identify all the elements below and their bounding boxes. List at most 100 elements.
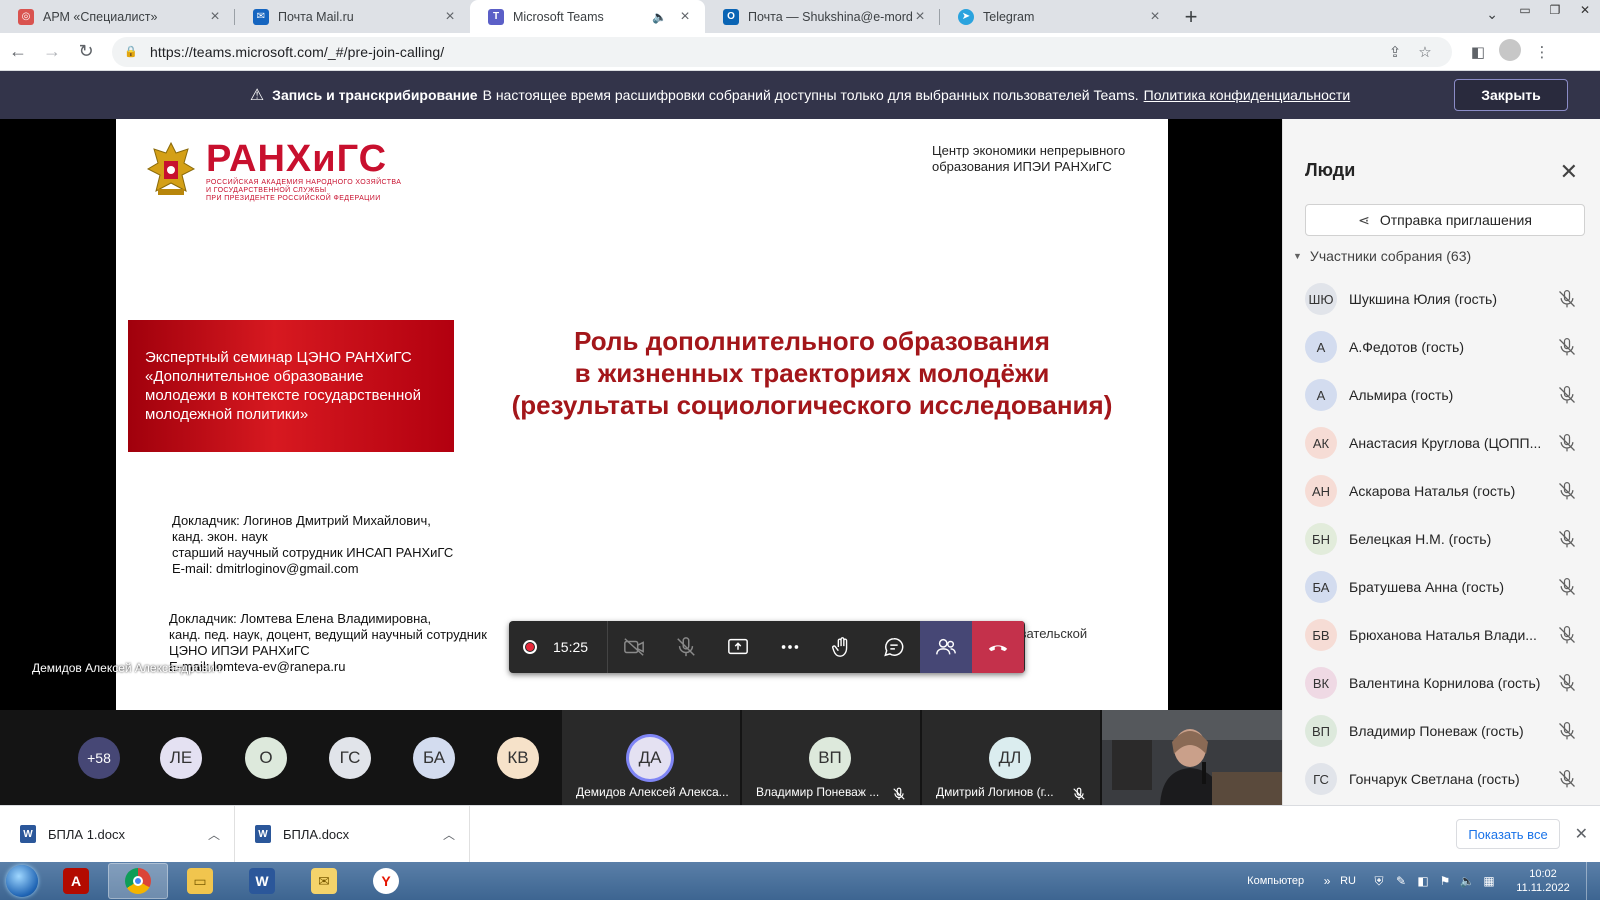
taskbar-explorer[interactable]: ▭ xyxy=(170,863,230,899)
video-tile-demidov[interactable]: ДА Демидов Алексей Алекса... xyxy=(562,710,740,805)
window-close-icon[interactable]: ✕ xyxy=(1570,0,1600,20)
privacy-policy-link[interactable]: Политика конфиденциальности xyxy=(1144,87,1351,103)
participant-row[interactable]: ШЮ Шукшина Юлия (гость) xyxy=(1283,275,1600,323)
banner-close-button[interactable]: Закрыть xyxy=(1454,79,1568,111)
participant-row[interactable]: АН Аскарова Наталья (гость) xyxy=(1283,467,1600,515)
start-button[interactable] xyxy=(0,862,44,900)
avatar[interactable]: БА xyxy=(413,737,455,779)
panel-close-icon[interactable]: ✕ xyxy=(1560,159,1578,185)
new-tab-button[interactable]: + xyxy=(1175,0,1207,33)
acrobat-icon: A xyxy=(63,868,89,894)
taskbar-acrobat[interactable]: A xyxy=(46,863,106,899)
browser-tab-teams[interactable]: T Microsoft Teams 🔈 × xyxy=(470,0,705,33)
tab-close-icon[interactable]: × xyxy=(1147,8,1163,26)
tab-close-icon[interactable]: × xyxy=(912,8,928,26)
send-invite-button[interactable]: ⋖ Отправка приглашения xyxy=(1305,204,1585,236)
avatar[interactable]: ЛЕ xyxy=(160,737,202,779)
collapse-triangle-icon: ▼ xyxy=(1293,251,1302,261)
menu-kebab-icon[interactable]: ⋮ xyxy=(1526,43,1558,61)
restore-icon[interactable]: ❐ xyxy=(1540,0,1570,20)
flag-icon[interactable]: ⚑ xyxy=(1436,874,1454,888)
participant-row[interactable]: БН Белецкая Н.М. (гость) xyxy=(1283,515,1600,563)
browser-tab-mailru[interactable]: ✉ Почта Mail.ru × xyxy=(235,0,470,33)
tab-close-icon[interactable]: × xyxy=(207,8,223,26)
ranepa-logo: РАНХиГС Российская академия народного хо… xyxy=(146,139,401,203)
teams-favicon-icon: T xyxy=(488,8,504,25)
hang-up-icon xyxy=(988,645,1008,652)
avatar: ВК xyxy=(1305,667,1337,699)
show-all-downloads-button[interactable]: Показать все xyxy=(1456,819,1560,849)
download-item[interactable]: W БПЛА 1.docx ︿ xyxy=(0,805,235,863)
people-panel: Люди ✕ ⋖ Отправка приглашения ▼ Участник… xyxy=(1282,119,1600,805)
recording-indicator[interactable]: 15:25 xyxy=(509,621,608,673)
tray-app-icon[interactable]: ◧ xyxy=(1414,874,1432,888)
address-url[interactable]: https://teams.microsoft.com/_#/pre-join-… xyxy=(150,44,1380,60)
back-arrow-icon[interactable]: ← xyxy=(2,36,34,68)
avatar: ГС xyxy=(1305,763,1337,795)
chat-button[interactable] xyxy=(868,621,920,673)
tray-expand-icon[interactable]: » xyxy=(1318,874,1336,888)
lock-icon[interactable]: 🔒 xyxy=(124,45,138,58)
participants-section-header[interactable]: ▼ Участники собрания (63) xyxy=(1293,248,1471,264)
system-clock[interactable]: 10:02 11.11.2022 xyxy=(1508,867,1578,895)
forward-arrow-icon[interactable]: → xyxy=(36,36,68,68)
participant-row[interactable]: ВК Валентина Корнилова (гость) xyxy=(1283,659,1600,707)
participant-row[interactable]: А А.Федотов (гость) xyxy=(1283,323,1600,371)
computer-toolbar-label[interactable]: Компьютер xyxy=(1247,875,1304,887)
address-bar[interactable]: 🔒 https://teams.microsoft.com/_#/pre-joi… xyxy=(112,36,1452,67)
leave-call-button[interactable] xyxy=(972,621,1024,673)
chevron-up-icon[interactable]: ︿ xyxy=(429,826,469,843)
profile-avatar[interactable] xyxy=(1494,38,1526,65)
reload-icon[interactable]: ↻ xyxy=(70,36,102,68)
tab-close-icon[interactable]: × xyxy=(677,8,693,26)
side-panel-icon[interactable]: ◧ xyxy=(1462,43,1494,61)
mic-off-icon xyxy=(1559,626,1575,644)
participant-row[interactable]: АК Анастасия Круглова (ЦОПП... xyxy=(1283,419,1600,467)
raise-hand-button[interactable] xyxy=(816,621,868,673)
share-screen-button[interactable] xyxy=(712,621,764,673)
camera-toggle-button[interactable] xyxy=(608,621,660,673)
participant-row[interactable]: А Альмира (гость) xyxy=(1283,371,1600,419)
show-participants-button[interactable] xyxy=(920,621,972,673)
minimize-icon[interactable]: ▭ xyxy=(1510,0,1540,20)
taskbar-mail[interactable]: ✉ xyxy=(294,863,354,899)
volume-icon[interactable]: 🔈 xyxy=(1458,874,1476,888)
download-item[interactable]: W БПЛА.docx ︿ xyxy=(235,805,470,863)
tab-search-chevron-icon[interactable]: ⌄ xyxy=(1486,6,1498,23)
browser-tab-telegram[interactable]: ➤ Telegram × xyxy=(940,0,1175,33)
onenote-icon[interactable]: ✎ xyxy=(1392,874,1410,888)
participant-row[interactable]: БА Братушева Анна (гость) xyxy=(1283,563,1600,611)
share-link-icon: ⋖ xyxy=(1358,211,1370,228)
network-icon[interactable]: ▦ xyxy=(1480,874,1498,888)
avatar[interactable]: ГС xyxy=(329,737,371,779)
mic-off-icon xyxy=(1559,434,1575,452)
taskbar-word[interactable]: W xyxy=(232,863,292,899)
share-icon[interactable]: ⇪ xyxy=(1380,43,1410,61)
avatar[interactable]: КВ xyxy=(497,737,539,779)
kaspersky-icon[interactable]: ⛨ xyxy=(1370,874,1388,889)
close-shelf-icon[interactable]: ✕ xyxy=(1575,824,1588,844)
tab-close-icon[interactable]: × xyxy=(442,8,458,26)
more-participants-avatar[interactable]: +58 xyxy=(78,737,120,779)
bookmark-star-icon[interactable]: ☆ xyxy=(1410,43,1440,61)
taskbar-yandex[interactable]: Y xyxy=(356,863,416,899)
camera-video-tile[interactable] xyxy=(1102,710,1282,805)
panel-title: Люди xyxy=(1305,160,1356,180)
show-desktop-button[interactable] xyxy=(1586,862,1600,900)
browser-tab-arm[interactable]: ◎ АРМ «Специалист» × xyxy=(0,0,235,33)
video-tile-ponevazh[interactable]: ВП Владимир Поневаж ... xyxy=(742,710,920,805)
avatar[interactable]: О xyxy=(245,737,287,779)
mic-toggle-button[interactable] xyxy=(660,621,712,673)
outlook-favicon-icon: O xyxy=(723,8,739,25)
participant-row[interactable]: БВ Брюханова Наталья Влади... xyxy=(1283,611,1600,659)
participant-row[interactable]: ГС Гончарук Светлана (гость) xyxy=(1283,755,1600,803)
more-actions-button[interactable] xyxy=(764,621,816,673)
chevron-up-icon[interactable]: ︿ xyxy=(194,826,234,843)
browser-tab-outlook[interactable]: O Почта — Shukshina@e-mordovia × xyxy=(705,0,940,33)
language-indicator[interactable]: RU xyxy=(1340,875,1356,887)
speaker-icon[interactable]: 🔈 xyxy=(652,10,667,24)
participant-row[interactable]: ВП Владимир Поневаж (гость) xyxy=(1283,707,1600,755)
taskbar-chrome[interactable] xyxy=(108,863,168,899)
clock-date: 11.11.2022 xyxy=(1516,882,1570,894)
video-tile-loginov[interactable]: ДЛ Дмитрий Логинов (г... xyxy=(922,710,1100,805)
